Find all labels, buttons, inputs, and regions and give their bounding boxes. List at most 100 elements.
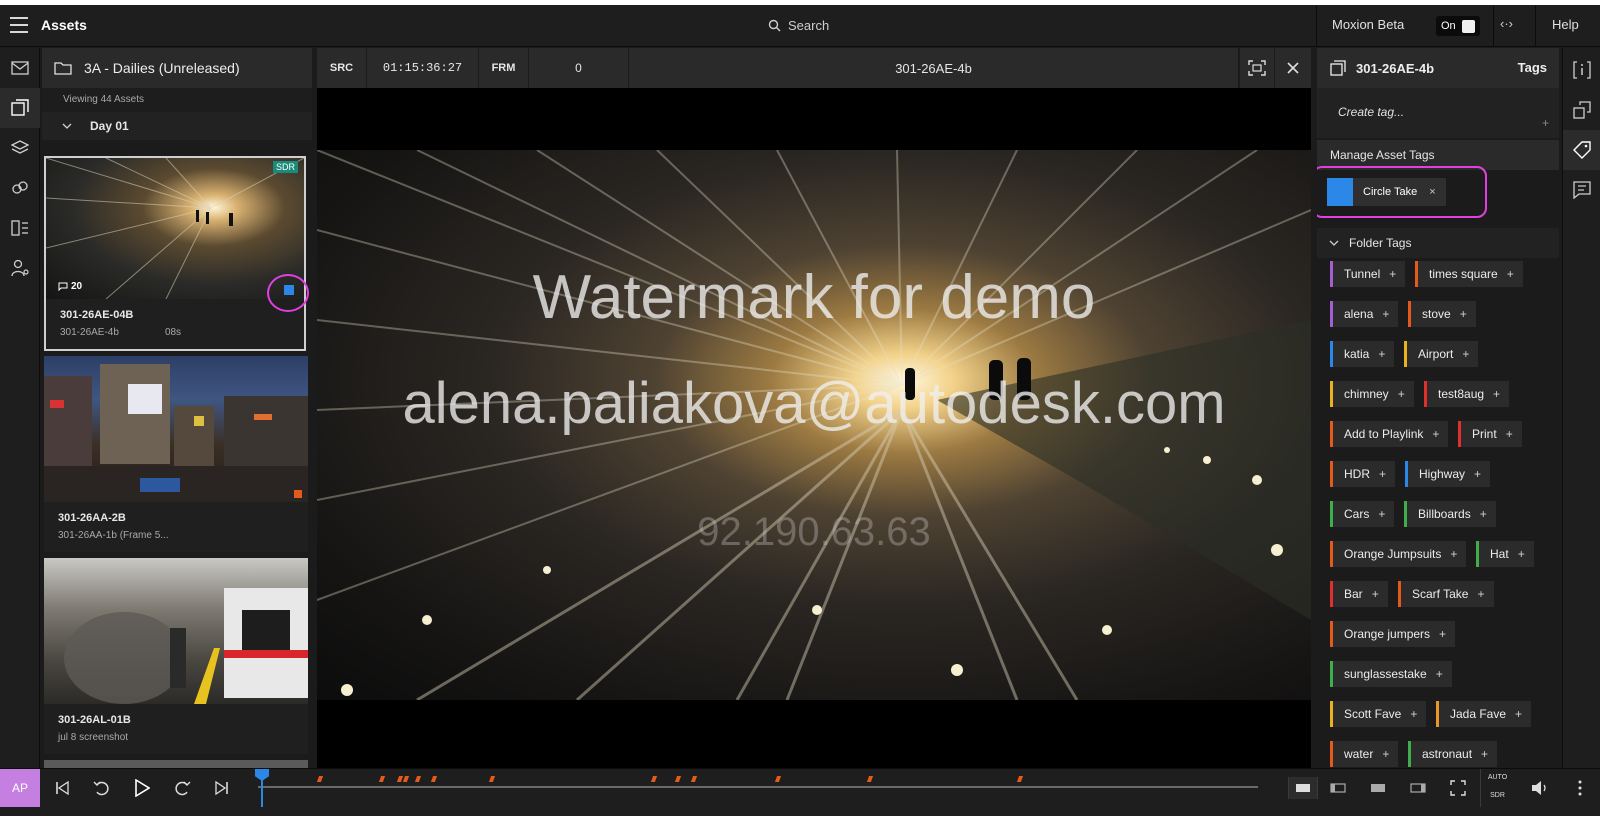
play-icon[interactable] <box>132 778 152 798</box>
comment-marker[interactable] <box>866 776 874 782</box>
folder-tag-chip[interactable]: sunglassestake + <box>1330 661 1452 687</box>
add-tag-plus-icon[interactable]: + <box>1474 467 1481 481</box>
folder-tag-chip[interactable]: Bar + <box>1330 581 1388 607</box>
folder-tag-chip[interactable]: Cars + <box>1330 501 1395 527</box>
add-tag-plus-icon[interactable]: + <box>1379 467 1386 481</box>
add-tag-plus-icon[interactable]: + <box>1477 587 1484 601</box>
comment-marker[interactable] <box>414 776 422 782</box>
comment-marker[interactable] <box>650 776 658 782</box>
layout-single-icon[interactable] <box>1288 777 1318 799</box>
close-icon[interactable] <box>1275 48 1311 88</box>
layout-split-icon[interactable] <box>1328 778 1348 798</box>
frm-label[interactable]: FRM <box>479 48 529 88</box>
auto-sdr-switch[interactable]: AUTO SDR <box>1480 769 1514 807</box>
add-tag-plus-icon[interactable]: + <box>1518 547 1525 561</box>
folder-tag-chip[interactable]: Highway + <box>1405 461 1491 487</box>
comment-marker[interactable] <box>402 776 410 782</box>
comment-marker[interactable] <box>378 776 386 782</box>
layout-side-icon[interactable] <box>1408 778 1428 798</box>
add-tag-plus-icon[interactable]: + <box>1462 347 1469 361</box>
comment-marker[interactable] <box>1016 776 1024 782</box>
add-tag-button[interactable]: + <box>1542 116 1549 130</box>
comment-marker[interactable] <box>316 776 324 782</box>
day-group-header[interactable]: Day 01 <box>42 112 312 140</box>
search-box[interactable]: Search <box>768 18 829 33</box>
add-tag-plus-icon[interactable]: + <box>1450 547 1457 561</box>
add-tag-plus-icon[interactable]: + <box>1432 427 1439 441</box>
info-icon[interactable] <box>1572 60 1592 80</box>
add-tag-plus-icon[interactable]: + <box>1436 667 1443 681</box>
help-link[interactable]: Help <box>1552 17 1579 32</box>
folder-tag-chip[interactable]: Add to Playlink + <box>1330 421 1449 447</box>
comment-marker[interactable] <box>430 776 438 782</box>
add-tag-plus-icon[interactable]: + <box>1507 267 1514 281</box>
folder-tag-chip[interactable]: stove + <box>1408 301 1476 327</box>
add-tag-plus-icon[interactable]: + <box>1382 747 1389 761</box>
user-avatar[interactable]: AP <box>0 769 40 807</box>
folder-header[interactable]: 3A - Dailies (Unreleased) <box>42 48 312 88</box>
asset-card[interactable]: SDR 20 301-26AE-04B 301-26AE-4b 08s <box>44 156 306 351</box>
folder-tag-chip[interactable]: test8aug + <box>1424 381 1510 407</box>
more-options-icon[interactable] <box>1570 778 1590 798</box>
skip-to-end-icon[interactable] <box>212 778 232 798</box>
add-tag-plus-icon[interactable]: + <box>1506 427 1513 441</box>
folder-tag-chip[interactable]: times square + <box>1415 261 1523 287</box>
add-tag-plus-icon[interactable]: + <box>1439 627 1446 641</box>
volume-icon[interactable] <box>1530 778 1550 798</box>
comment-marker[interactable] <box>674 776 682 782</box>
create-tag-input[interactable]: Create tag... + <box>1317 88 1559 138</box>
video-viewer[interactable]: Watermark for demo alena.paliakova@autod… <box>317 88 1311 768</box>
playlist-icon[interactable] <box>10 218 30 238</box>
folder-tag-chip[interactable]: Print + <box>1458 421 1522 447</box>
folder-tag-chip[interactable]: Orange jumpers + <box>1330 621 1456 647</box>
comments-icon[interactable] <box>1572 180 1592 200</box>
user-settings-icon[interactable] <box>10 258 30 278</box>
folder-tag-chip[interactable]: Jada Fave + <box>1436 701 1532 727</box>
skip-to-start-icon[interactable] <box>52 778 72 798</box>
folder-tag-chip[interactable]: HDR + <box>1330 461 1396 487</box>
add-tag-plus-icon[interactable]: + <box>1493 387 1500 401</box>
folder-tag-chip[interactable]: Airport + <box>1404 341 1479 367</box>
add-tag-plus-icon[interactable]: + <box>1515 707 1522 721</box>
comment-marker[interactable] <box>774 776 782 782</box>
timeline-track[interactable] <box>258 786 1258 788</box>
asset-card[interactable]: 301-26AA-2B 301-26AA-1b (Frame 5... <box>44 356 308 552</box>
step-back-icon[interactable] <box>92 778 112 798</box>
folder-tag-chip[interactable]: katia + <box>1330 341 1395 367</box>
inbox-icon[interactable] <box>10 58 30 78</box>
add-tag-plus-icon[interactable]: + <box>1481 747 1488 761</box>
asset-card[interactable]: 301-26AL-01B jul 8 screenshot <box>44 558 308 754</box>
add-tag-plus-icon[interactable]: + <box>1410 707 1417 721</box>
src-label[interactable]: SRC <box>317 48 367 88</box>
folder-tag-chip[interactable]: Scarf Take + <box>1398 581 1494 607</box>
versions-icon[interactable] <box>1572 100 1592 120</box>
folder-tag-chip[interactable]: Tunnel + <box>1330 261 1406 287</box>
step-forward-icon[interactable] <box>172 778 192 798</box>
comment-marker[interactable] <box>690 776 698 782</box>
add-tag-plus-icon[interactable]: + <box>1378 347 1385 361</box>
folder-tag-chip[interactable]: astronaut + <box>1408 741 1498 767</box>
folder-tag-chip[interactable]: alena + <box>1330 301 1399 327</box>
add-tag-plus-icon[interactable]: + <box>1460 307 1467 321</box>
add-tag-plus-icon[interactable]: + <box>1382 307 1389 321</box>
folder-tag-chip[interactable]: Hat + <box>1476 541 1534 567</box>
add-tag-plus-icon[interactable]: + <box>1398 387 1405 401</box>
tag-icon[interactable] <box>1563 130 1600 170</box>
folder-tag-chip[interactable]: chimney + <box>1330 381 1414 407</box>
add-tag-plus-icon[interactable]: + <box>1480 507 1487 521</box>
assets-nav-icon[interactable] <box>0 88 40 128</box>
playhead-handle[interactable] <box>255 769 269 781</box>
add-tag-plus-icon[interactable]: + <box>1378 507 1385 521</box>
link-icon[interactable] <box>10 178 30 198</box>
layout-wide-icon[interactable] <box>1368 778 1388 798</box>
folder-tags-header[interactable]: Folder Tags <box>1317 228 1559 258</box>
layers-icon[interactable] <box>10 138 30 158</box>
add-tag-plus-icon[interactable]: + <box>1372 587 1379 601</box>
add-tag-plus-icon[interactable]: + <box>1389 267 1396 281</box>
moxion-beta-toggle[interactable]: On <box>1436 16 1480 36</box>
fullscreen-icon[interactable] <box>1448 778 1468 798</box>
folder-tag-chip[interactable]: water + <box>1330 741 1399 767</box>
folder-tag-chip[interactable]: Scott Fave + <box>1330 701 1427 727</box>
embed-code-icon[interactable]: ‹·› <box>1500 16 1513 31</box>
fit-frame-icon[interactable] <box>1239 48 1275 88</box>
